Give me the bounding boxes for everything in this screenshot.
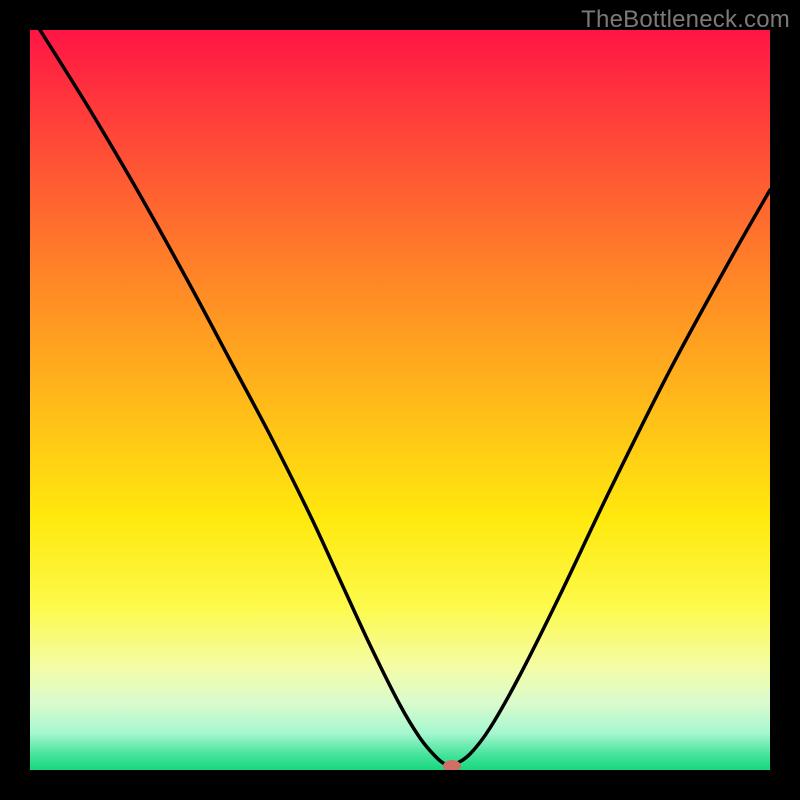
- curve-svg: [30, 30, 770, 770]
- chart-frame: TheBottleneck.com: [0, 0, 800, 800]
- bottleneck-curve: [40, 30, 770, 765]
- plot-area: [30, 30, 770, 770]
